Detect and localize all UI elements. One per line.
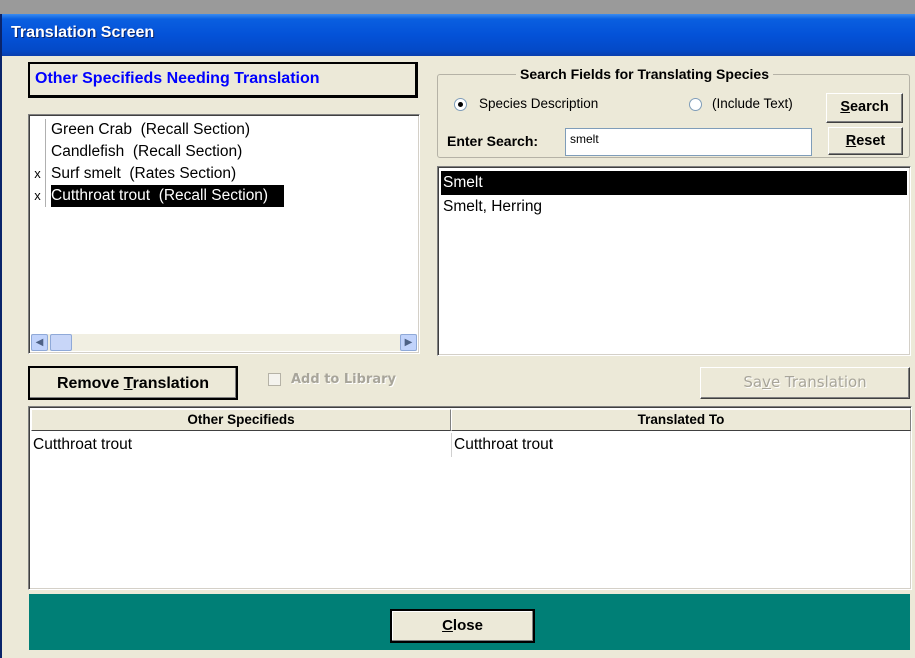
enter-search-label: Enter Search:	[447, 133, 539, 149]
list-item[interactable]: Green Crab (Recall Section)	[31, 119, 417, 141]
needing-translation-header: Other Specifieds Needing Translation	[28, 62, 418, 98]
scroll-left-icon[interactable]: ◀	[31, 334, 48, 351]
list-item-label: Cutthroat trout (Recall Section)	[51, 185, 285, 207]
list-item[interactable]: x Surf smelt (Rates Section)	[31, 163, 417, 185]
title-bar[interactable]: Translation Screen	[2, 14, 915, 56]
column-divider	[45, 141, 46, 163]
save-label-rest: e Translation	[770, 373, 867, 391]
add-to-library-checkbox[interactable]	[268, 373, 281, 386]
include-text-label: (Include Text)	[712, 96, 793, 111]
list-item-selected[interactable]: x Cutthroat trout (Recall Section)	[31, 185, 417, 207]
species-results-list[interactable]: Smelt Smelt, Herring	[437, 166, 911, 356]
remove-translation-button[interactable]: Remove Translation	[28, 366, 238, 400]
remove-label-rest: ranslation	[132, 375, 210, 392]
list-item-label: Green Crab (Recall Section)	[51, 121, 250, 138]
close-label: lose	[452, 617, 483, 634]
reset-button[interactable]: Reset	[828, 127, 903, 155]
save-label-accel: v	[762, 373, 771, 391]
reset-button-accel: R	[845, 133, 857, 149]
search-button-label: earch	[849, 99, 889, 115]
translations-grid[interactable]: Other Specifieds Translated To Cutthroat…	[28, 406, 912, 590]
remove-label-accel: T	[123, 375, 133, 392]
close-button[interactable]: Close	[390, 609, 535, 643]
translated-mark: x	[34, 188, 41, 203]
save-translation-button[interactable]: Save Translation	[700, 367, 910, 399]
close-accel: C	[442, 617, 453, 634]
column-header-translated-to[interactable]: Translated To	[451, 409, 911, 431]
search-button-accel: S	[840, 99, 850, 115]
include-text-radio[interactable]	[689, 98, 702, 111]
background-strip	[0, 0, 915, 14]
list-item-label: Candlefish (Recall Section)	[51, 143, 243, 160]
search-input[interactable]: smelt	[565, 128, 812, 156]
search-group-title: Search Fields for Translating Species	[516, 66, 773, 82]
list-item[interactable]: Candlefish (Recall Section)	[31, 141, 417, 163]
cell-translated-to: Cutthroat trout	[451, 433, 911, 457]
window-title: Translation Screen	[11, 24, 155, 41]
scroll-right-icon[interactable]: ▶	[400, 334, 417, 351]
other-specifieds-list[interactable]: Green Crab (Recall Section) Candlefish (…	[28, 114, 420, 354]
translated-mark: x	[34, 166, 41, 181]
column-header-other-specifieds[interactable]: Other Specifieds	[31, 409, 451, 431]
column-divider	[45, 119, 46, 141]
result-item[interactable]: Smelt, Herring	[441, 195, 907, 219]
column-divider	[45, 163, 46, 185]
grid-header: Other Specifieds Translated To	[31, 409, 911, 431]
cell-other-specified: Cutthroat trout	[33, 436, 133, 453]
column-divider	[45, 185, 46, 207]
species-description-radio[interactable]	[454, 98, 467, 111]
table-row[interactable]: Cutthroat trout Cutthroat trout	[31, 433, 909, 457]
add-to-library-label: Add to Library	[291, 372, 396, 387]
search-button[interactable]: Search	[826, 93, 903, 123]
result-item-selected[interactable]: Smelt	[441, 171, 907, 195]
list-item-label: Surf smelt (Rates Section)	[51, 165, 237, 182]
scroll-thumb[interactable]	[50, 334, 72, 351]
horizontal-scrollbar[interactable]: ◀ ▶	[31, 334, 417, 351]
remove-label-prefix: Remove	[56, 375, 124, 392]
save-label-prefix: Sa	[743, 373, 763, 391]
reset-button-label: eset	[856, 133, 886, 149]
species-description-label: Species Description	[479, 96, 599, 111]
